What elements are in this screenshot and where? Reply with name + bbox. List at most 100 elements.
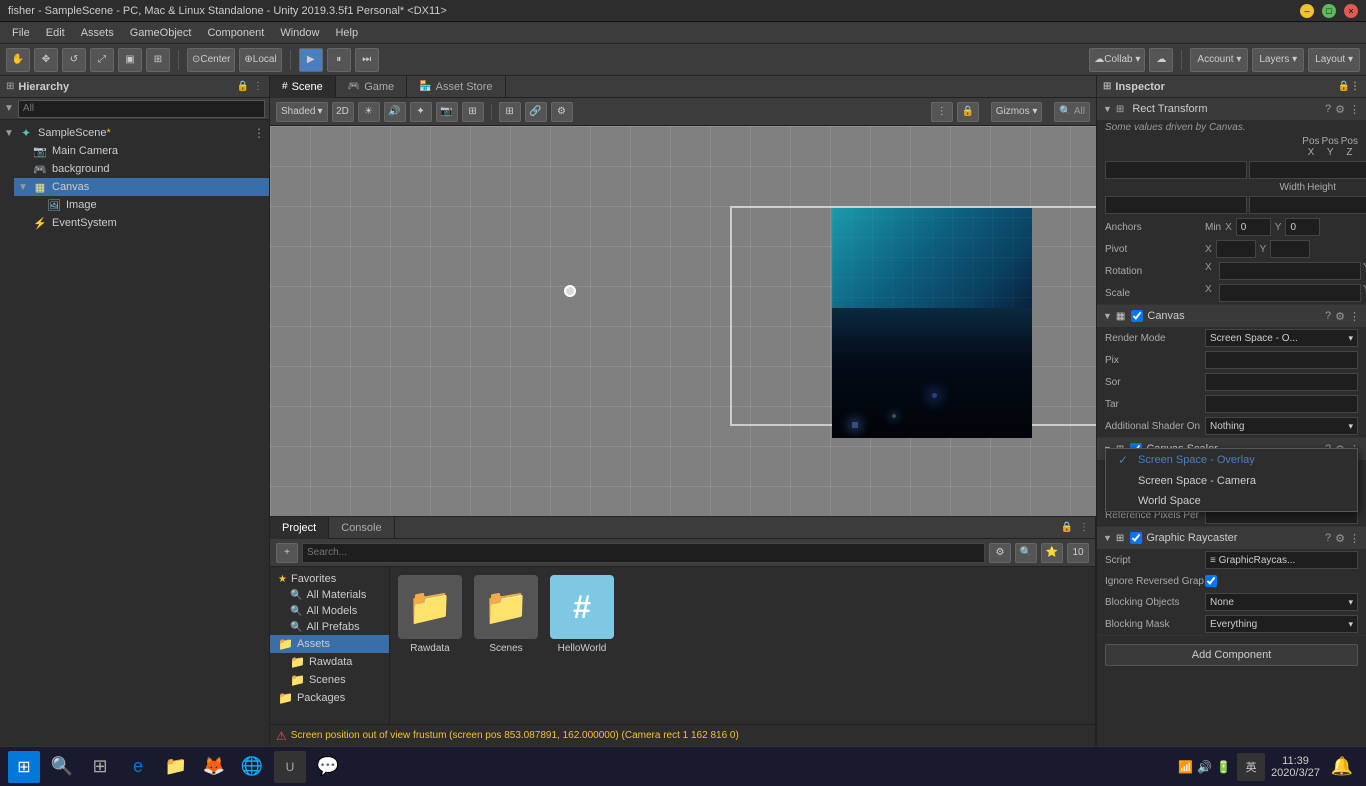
lighting-button[interactable]: ☀ <box>358 102 380 122</box>
sor-field[interactable] <box>1205 373 1358 391</box>
tab-console[interactable]: Console <box>329 517 394 539</box>
canvas-settings[interactable]: ⚙ <box>1335 310 1345 323</box>
anchor-min-x[interactable] <box>1236 218 1271 236</box>
additional-shader-dropdown[interactable]: Nothing ▾ <box>1205 417 1358 435</box>
taskbar-unity-icon[interactable]: U <box>274 751 306 783</box>
pivot-y-field[interactable]: 0.5 <box>1270 240 1310 258</box>
audio-button[interactable]: 🔊 <box>384 102 406 122</box>
save-search-button[interactable]: ⭐ <box>1041 543 1063 563</box>
search-filter-button[interactable]: ⚙ <box>989 543 1011 563</box>
gizmos-button[interactable]: Gizmos ▾ <box>991 102 1043 122</box>
taskbar-clock[interactable]: 11:39 2020/3/27 <box>1271 755 1320 779</box>
ignore-reversed-checkbox[interactable] <box>1205 575 1217 587</box>
scene-options-button[interactable]: ⋮ <box>931 102 953 122</box>
project-allprefabs[interactable]: 🔍 All Prefabs <box>270 619 389 635</box>
anchor-min-y[interactable] <box>1285 218 1320 236</box>
tab-game[interactable]: 🎮 Game <box>336 76 407 98</box>
asset-item-helloworld[interactable]: # HelloWorld <box>550 575 614 654</box>
gizmos-tools-button[interactable]: ⊞ <box>462 102 484 122</box>
inspector-lock-icon[interactable]: 🔒 <box>1338 81 1350 92</box>
project-allmodels[interactable]: 🔍 All Models <box>270 603 389 619</box>
transform-tool-button[interactable]: ⊞ <box>146 48 170 72</box>
tab-scene[interactable]: # Scene <box>270 76 336 98</box>
gr-help[interactable]: ? <box>1325 532 1331 544</box>
hierarchy-more-icon[interactable]: ⋮ <box>253 81 263 92</box>
pos-y-field[interactable]: 161 <box>1249 161 1366 179</box>
hierarchy-lock-icon[interactable]: 🔒 <box>237 81 249 92</box>
move-tool-button[interactable]: ✥ <box>34 48 58 72</box>
layout-dropdown[interactable]: Layout ▾ <box>1308 48 1360 72</box>
menu-help[interactable]: Help <box>327 25 366 41</box>
canvas-section-header[interactable]: ▼ ▦ Canvas ? ⚙ ⋮ <box>1097 305 1366 327</box>
tab-assetstore[interactable]: 🏪 Asset Store <box>407 76 505 98</box>
scale-x-field[interactable]: 1 <box>1219 284 1361 302</box>
hierarchy-item-image[interactable]: 🖼 Image <box>28 196 269 214</box>
rect-tool-button[interactable]: ▣ <box>118 48 142 72</box>
scene-view[interactable] <box>270 126 1096 516</box>
project-scenes[interactable]: 📁 Scenes <box>270 671 389 689</box>
snap-button[interactable]: 🔗 <box>525 102 547 122</box>
pause-button[interactable]: ⏸ <box>327 48 351 72</box>
play-button[interactable]: ▶ <box>299 48 323 72</box>
shading-mode-dropdown[interactable]: Shaded ▾ <box>276 102 328 122</box>
hierarchy-item-background[interactable]: 🎮 background <box>14 160 269 178</box>
gr-more[interactable]: ⋮ <box>1349 532 1360 545</box>
view-toggle-button[interactable]: 10 <box>1067 543 1089 563</box>
account-dropdown[interactable]: Account ▾ <box>1190 48 1248 72</box>
graphic-raycaster-enabled[interactable] <box>1130 532 1142 544</box>
close-button[interactable]: × <box>1344 4 1358 18</box>
menu-assets[interactable]: Assets <box>73 25 122 41</box>
project-search-input[interactable] <box>302 543 985 563</box>
taskbar-explorer-icon[interactable]: 📁 <box>160 751 192 783</box>
rect-transform-help[interactable]: ? <box>1325 103 1331 115</box>
taskbar-lang-indicator[interactable]: 英 <box>1237 753 1265 781</box>
tray-network-icon[interactable]: 📶 <box>1178 760 1193 774</box>
canvas-help[interactable]: ? <box>1325 310 1331 322</box>
tray-volume-icon[interactable]: 🔊 <box>1197 760 1212 774</box>
step-button[interactable]: ⏭ <box>355 48 379 72</box>
render-mode-dropdown[interactable]: Screen Space - O... ▾ <box>1205 329 1358 347</box>
add-component-button[interactable]: Add Component <box>1105 644 1358 666</box>
taskbar-notification-icon[interactable]: 🔔 <box>1326 751 1358 783</box>
canvas-more[interactable]: ⋮ <box>1349 310 1360 323</box>
hand-tool-button[interactable]: ✋ <box>6 48 30 72</box>
render-option-camera[interactable]: Screen Space - Camera <box>1106 471 1357 491</box>
pos-x-field[interactable]: 408.5 <box>1105 161 1247 179</box>
local-button[interactable]: ⊕ Local <box>239 48 281 72</box>
canvas-enabled-checkbox[interactable] <box>1131 310 1143 322</box>
hierarchy-search-input[interactable] <box>18 100 265 118</box>
menu-window[interactable]: Window <box>272 25 327 41</box>
snap-settings-button[interactable]: ⚙ <box>551 102 573 122</box>
render-option-overlay[interactable]: ✓ Screen Space - Overlay <box>1106 449 1357 471</box>
taskbar-browser-icon[interactable]: 🦊 <box>198 751 230 783</box>
search-type-button[interactable]: 🔍 <box>1015 543 1037 563</box>
project-allmaterials[interactable]: 🔍 All Materials <box>270 587 389 603</box>
rot-x-field[interactable]: 0 <box>1219 262 1361 280</box>
rect-transform-more[interactable]: ⋮ <box>1349 103 1360 116</box>
blocking-objects-dropdown[interactable]: None ▾ <box>1205 593 1358 611</box>
scene-options[interactable]: ⋮ <box>253 126 265 140</box>
taskbar-edge-icon[interactable]: e <box>122 751 154 783</box>
tray-battery-icon[interactable]: 🔋 <box>1216 760 1231 774</box>
rect-transform-header[interactable]: ▼ ⊞ Rect Transform ? ⚙ ⋮ <box>1097 98 1366 120</box>
search-gizmos[interactable]: 🔍 All <box>1054 102 1090 122</box>
blocking-mask-dropdown[interactable]: Everything ▾ <box>1205 615 1358 633</box>
scene-pivot-handle[interactable] <box>564 285 576 297</box>
inspector-more-icon[interactable]: ⋮ <box>1350 81 1360 92</box>
pivot-x-field[interactable]: 0.5 <box>1216 240 1256 258</box>
project-assets-root[interactable]: 📁 Assets <box>270 635 389 653</box>
pix-field[interactable] <box>1205 351 1358 369</box>
tab-project[interactable]: Project <box>270 517 329 539</box>
asset-item-scenes[interactable]: 📁 Scenes <box>474 575 538 654</box>
render-option-worldspace[interactable]: World Space <box>1106 491 1357 511</box>
collab-button[interactable]: ☁ Collab ▾ <box>1089 48 1145 72</box>
taskbar-wechat-icon[interactable]: 💬 <box>312 751 344 783</box>
menu-file[interactable]: File <box>4 25 38 41</box>
grid-button[interactable]: ⊞ <box>499 102 521 122</box>
menu-edit[interactable]: Edit <box>38 25 73 41</box>
cloud-button[interactable]: ☁ <box>1149 48 1173 72</box>
create-button[interactable]: + <box>276 543 298 563</box>
2d-mode-button[interactable]: 2D <box>332 102 354 122</box>
start-button[interactable]: ⊞ <box>8 751 40 783</box>
rect-transform-settings[interactable]: ⚙ <box>1335 103 1345 116</box>
